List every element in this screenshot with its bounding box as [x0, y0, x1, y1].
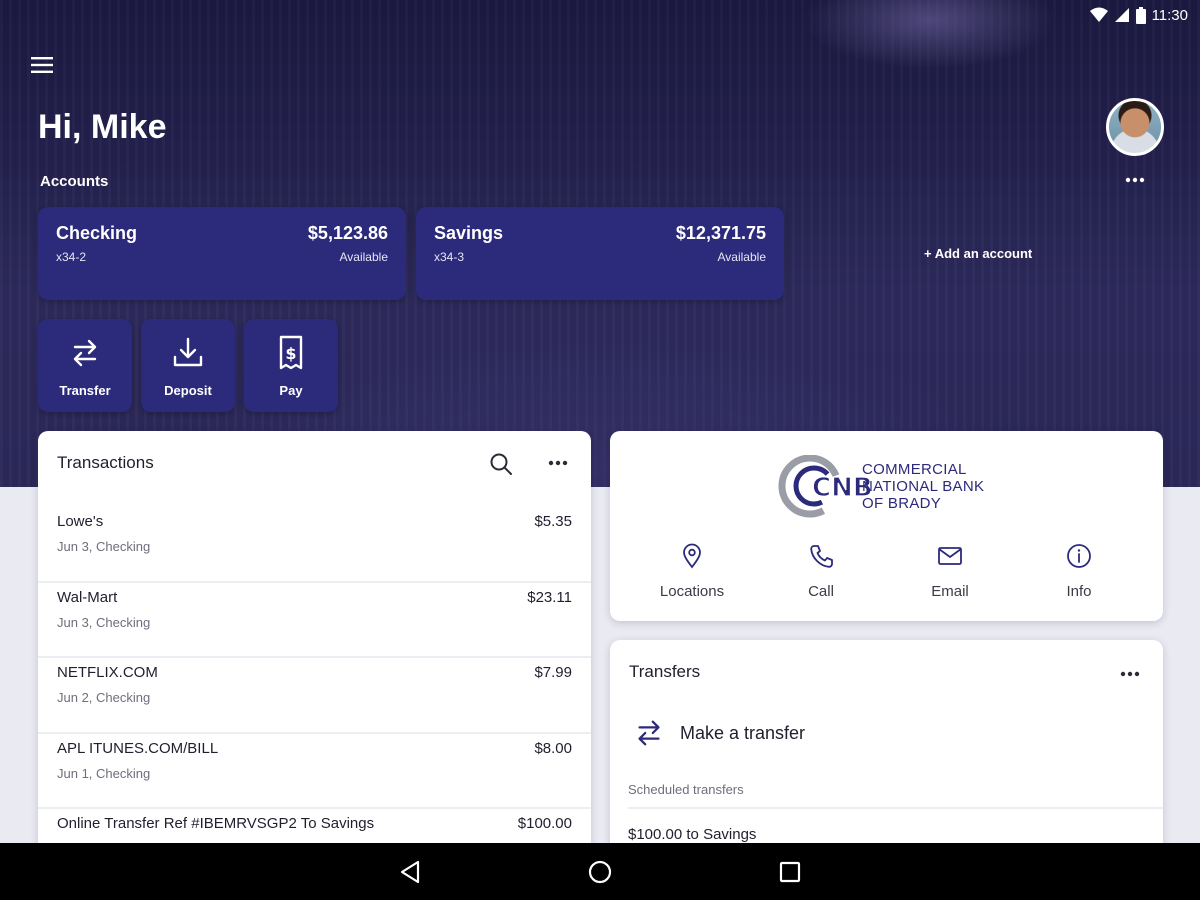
account-card-checking[interactable]: Checking $5,123.86 x34-2 Available [38, 207, 406, 300]
avatar[interactable] [1106, 98, 1164, 156]
transaction-row[interactable]: Lowe's Jun 3, Checking $5.35 [38, 507, 591, 583]
account-number: x34-2 [56, 250, 87, 264]
system-nav-bar [0, 843, 1200, 900]
transaction-row[interactable]: Wal-Mart Jun 3, Checking $23.11 [38, 583, 591, 658]
bank-name: COMMERCIAL NATIONAL BANK OF BRADY [862, 461, 984, 512]
transfers-title: Transfers [629, 662, 701, 681]
transaction-row[interactable]: APL ITUNES.COM/BILL Jun 1, Checking $8.0… [38, 734, 591, 809]
transaction-merchant: Wal-Mart [57, 588, 118, 606]
account-balance: $5,123.86 [307, 223, 388, 243]
transaction-meta: Jun 3, Checking [57, 614, 151, 630]
transaction-amount: $100.00 [517, 815, 572, 832]
account-card-savings[interactable]: Savings $12,371.75 x34-3 Available [416, 207, 784, 300]
scheduled-transfers-heading: Scheduled transfers [628, 782, 744, 797]
account-name: Savings [434, 223, 504, 243]
contact-label: Info [1066, 583, 1092, 600]
more-options-icon[interactable] [545, 453, 571, 473]
balance-label: Available [339, 250, 388, 264]
account-name: Checking [56, 223, 138, 243]
action-label: Deposit [164, 383, 212, 398]
location-pin-icon [683, 543, 701, 569]
transaction-meta: Jun 3, Checking [57, 539, 151, 554]
menu-icon[interactable] [28, 52, 56, 78]
make-transfer-button[interactable]: Make a transfer [632, 716, 805, 750]
transaction-row[interactable]: NETFLIX.COM Jun 2, Checking $7.99 [38, 658, 591, 734]
deposit-action-button[interactable]: Deposit [141, 319, 235, 412]
recents-icon[interactable] [775, 857, 805, 887]
account-number: x34-3 [434, 250, 465, 264]
home-icon[interactable] [585, 857, 615, 887]
bank-name-line: OF BRADY [862, 495, 942, 512]
balance-label: Available [717, 250, 766, 264]
transaction-merchant: Online Transfer Ref #IBEMRVSGP2 To Savin… [57, 815, 375, 832]
transaction-amount: $7.99 [534, 664, 572, 681]
bank-name-line: COMMERCIAL [862, 461, 967, 478]
contact-label: Call [808, 583, 834, 600]
make-transfer-label: Make a transfer [680, 722, 806, 743]
locations-button[interactable]: Locations [637, 543, 747, 600]
transaction-merchant: APL ITUNES.COM/BILL [57, 739, 219, 757]
add-account-link[interactable]: + Add an account [924, 246, 1032, 261]
accounts-heading: Accounts [40, 173, 109, 190]
transfer-icon [638, 720, 660, 746]
bank-name-line: NATIONAL BANK [862, 478, 985, 495]
back-icon[interactable] [396, 857, 426, 887]
transaction-meta: Jun 2, Checking [57, 690, 151, 705]
contact-label: Email [931, 583, 969, 600]
status-time: 11:30 [1151, 6, 1188, 24]
scheduled-transfer-item[interactable]: $100.00 to Savings [628, 826, 756, 843]
transactions-list: Lowe's Jun 3, Checking $5.35 Wal-Mart Ju… [38, 507, 591, 871]
svg-text:$: $ [285, 344, 296, 363]
deposit-icon [173, 337, 203, 367]
info-icon [1067, 544, 1091, 568]
pay-action-button[interactable]: $ Pay [244, 319, 338, 412]
battery-icon [1135, 6, 1146, 24]
phone-icon [810, 545, 833, 568]
search-icon[interactable] [488, 451, 514, 477]
pay-icon: $ [279, 335, 303, 370]
action-label: Transfer [59, 383, 111, 398]
call-button[interactable]: Call [766, 543, 876, 600]
account-balance: $12,371.75 [675, 223, 766, 243]
transaction-amount: $5.35 [534, 513, 572, 530]
action-label: Pay [279, 383, 303, 398]
transfers-panel: Transfers Make a transfer Scheduled tran… [610, 640, 1163, 870]
transaction-merchant: Lowe's [57, 513, 104, 530]
transaction-amount: $23.11 [527, 588, 572, 606]
info-button[interactable]: Info [1024, 543, 1134, 600]
bank-info-panel: CNB COMMERCIAL NATIONAL BANK OF BRADY Lo… [610, 431, 1163, 621]
transaction-amount: $8.00 [534, 739, 572, 757]
email-button[interactable]: Email [895, 543, 1005, 600]
transfer-icon [73, 339, 97, 367]
transaction-merchant: NETFLIX.COM [57, 664, 158, 681]
transactions-title: Transactions [57, 453, 154, 472]
greeting-title: Hi, Mike [38, 108, 167, 146]
more-options-icon[interactable] [1117, 664, 1143, 684]
transfer-action-button[interactable]: Transfer [38, 319, 132, 412]
more-options-icon[interactable] [1122, 172, 1148, 188]
signal-icon [1114, 8, 1129, 22]
wifi-icon [1089, 7, 1108, 22]
contact-label: Locations [659, 583, 725, 600]
divider [628, 807, 1163, 809]
status-bar: 11:30 [1089, 4, 1188, 26]
mail-icon [938, 547, 962, 565]
transaction-meta: Jun 1, Checking [57, 765, 151, 781]
transactions-panel: Transactions Lowe's Jun 3, Checking $5.3… [38, 431, 591, 871]
